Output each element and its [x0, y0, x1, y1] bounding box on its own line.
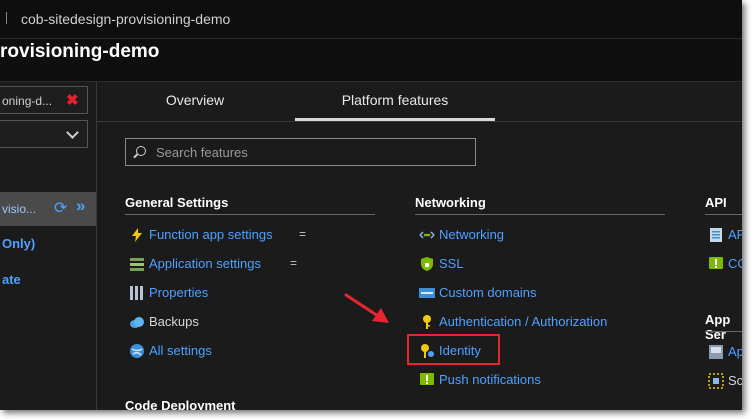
annotation-arrow	[344, 293, 389, 323]
window-frame: cob-sitedesign-provisioning-demo rovisio…	[0, 0, 742, 410]
